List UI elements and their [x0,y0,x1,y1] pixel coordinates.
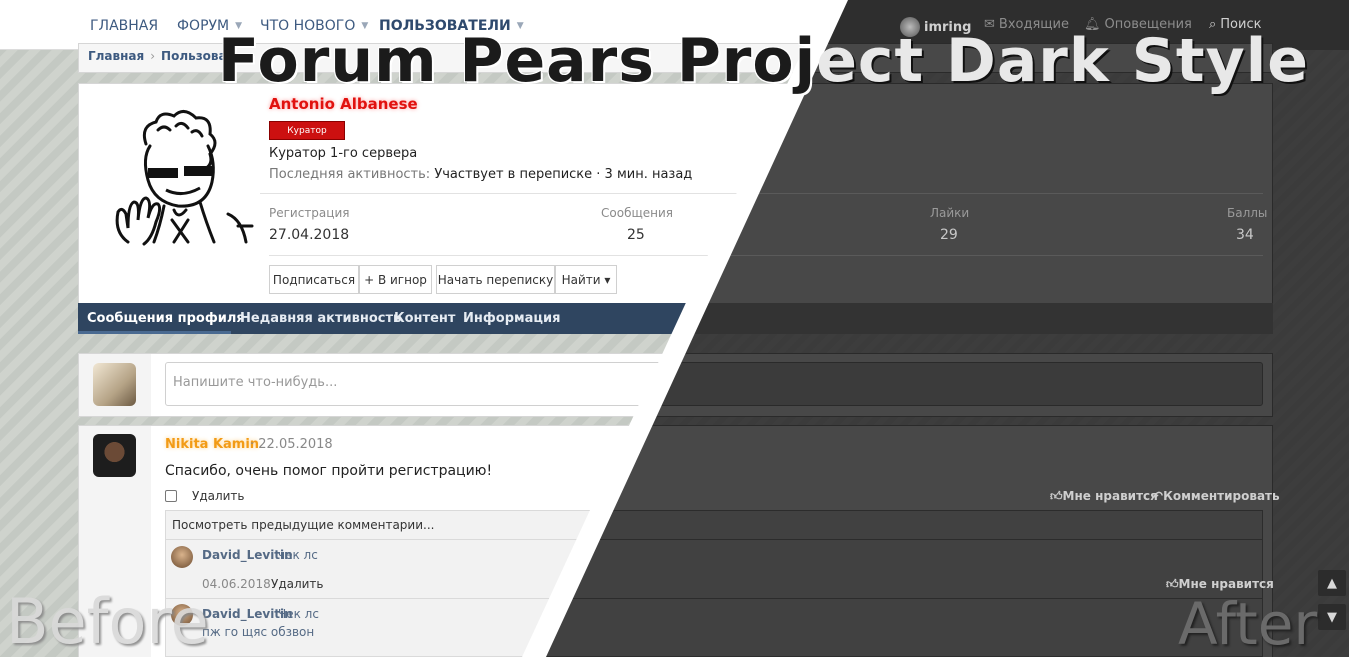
view-previous-comments[interactable]: Посмотреть предыдущие комментарии... [172,518,434,532]
follow-button[interactable]: Подписаться [269,265,359,294]
comment-text-line2: пж го щяс обзвон [202,625,315,639]
points-value: 34 [1236,227,1254,243]
cartoon-avatar-icon [115,110,254,246]
current-user-avatar [93,363,136,406]
reply-arrow-icon: ↶ [1153,489,1164,503]
points-label: Баллы [1227,206,1268,220]
thumbs-up-icon: 👍︎ [1166,577,1179,591]
likes-value: 29 [940,227,958,243]
user-title: Куратор 1-го сервера [269,146,418,161]
comment-avatar[interactable] [171,546,193,568]
post-text: Спасибо, очень помог пройти регистрацию! [165,463,493,479]
profile-username[interactable]: Antonio Albanese [269,95,418,113]
tab-recent-activity[interactable]: Недавняя активность [240,311,401,326]
post-author-avatar[interactable] [93,434,136,477]
like-button[interactable]: 👍︎Мне нравится [1050,489,1158,504]
arrow-down-icon: ▼ [1327,609,1337,625]
nav-home[interactable]: ГЛАВНАЯ [90,18,158,34]
role-badge: Куратор [269,121,345,140]
breadcrumb-separator: › [150,49,156,63]
tab-content[interactable]: Контент [394,311,455,326]
start-conversation-button[interactable]: Начать переписку [436,265,555,294]
breadcrumb-home[interactable]: Главная [88,49,144,63]
select-checkbox[interactable] [165,490,177,502]
before-label: Before [6,585,209,657]
post-delete-link[interactable]: Удалить [192,489,245,503]
reply-button[interactable]: ↶Комментировать [1153,489,1280,503]
arrow-up-icon: ▲ [1327,575,1337,591]
tab-profile-posts[interactable]: Сообщения профиля [87,311,245,326]
banner-title: Forum Pears Project Dark Style [218,26,1309,96]
messages-value: 25 [627,227,645,243]
comment-text: Чек лс [278,607,319,621]
comment-delete-link[interactable]: Удалить [271,577,324,591]
comment-date[interactable]: 04.06.2018 [202,577,271,591]
after-label: After [1178,590,1318,657]
profile-avatar[interactable] [88,94,260,266]
comment-text: чек лс [278,548,318,562]
scroll-bottom-button[interactable]: ▼ [1318,604,1346,630]
ignore-button[interactable]: + В игнор [359,265,432,294]
scroll-top-button[interactable]: ▲ [1318,570,1346,596]
messages-label: Сообщения [601,206,674,220]
registration-value: 27.04.2018 [269,227,350,243]
post-date[interactable]: · 22.05.2018 [250,437,333,452]
last-activity: Последняя активность: Участвует в перепи… [269,167,693,182]
thumbs-up-icon: 👍︎ [1050,489,1063,503]
tab-information[interactable]: Информация [463,311,561,326]
find-menu-button[interactable]: Найти ▾ [555,265,617,294]
post-author[interactable]: Nikita Kamin [165,437,259,452]
likes-label: Лайки [930,206,970,220]
registration-label: Регистрация [269,206,350,220]
